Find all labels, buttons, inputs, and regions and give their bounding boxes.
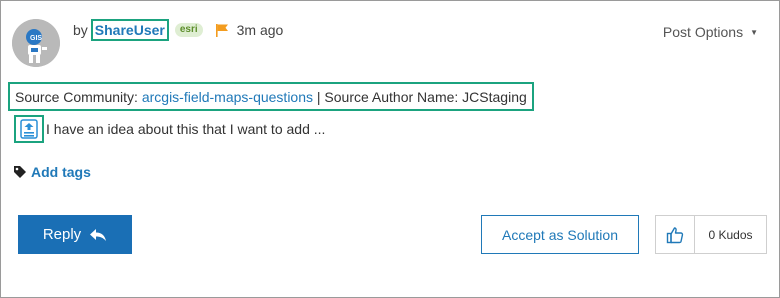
reply-arrow-icon [90, 228, 107, 241]
thumbs-up-icon [666, 226, 684, 243]
share-icon [20, 119, 38, 139]
post-options-label: Post Options [662, 24, 744, 40]
username-highlight: ShareUser [90, 19, 169, 41]
post-byline: by ShareUser esri 3m ago [73, 17, 283, 43]
username-link[interactable]: ShareUser [95, 22, 165, 38]
add-tags-label: Add tags [31, 164, 91, 180]
tag-icon [14, 166, 26, 178]
post-card: GIS by ShareUser esri 3m ago Post Option… [0, 0, 780, 298]
svg-text:GIS: GIS [30, 35, 42, 42]
post-timestamp: 3m ago [236, 22, 284, 38]
reply-button[interactable]: Reply [18, 215, 132, 254]
post-options-menu[interactable]: Post Options ▼ [663, 24, 758, 40]
post-body: I have an idea about this that I want to… [14, 115, 325, 143]
kudos-count: 0 Kudos [708, 227, 753, 242]
robot-avatar-icon: GIS [12, 19, 60, 67]
source-community-link[interactable]: arcgis-field-maps-questions [142, 89, 313, 105]
kudos-button[interactable] [656, 216, 695, 253]
source-info-highlight: Source Community: arcgis-field-maps-ques… [8, 82, 534, 111]
source-community-label: Source Community: [15, 88, 138, 105]
share-icon-highlight [14, 115, 44, 143]
by-label: by [73, 22, 88, 38]
kudos-group: 0 Kudos [655, 215, 767, 254]
flag-icon [215, 24, 228, 37]
reply-label: Reply [42, 226, 82, 243]
accept-solution-button[interactable]: Accept as Solution [481, 215, 639, 254]
esri-badge: esri [174, 23, 203, 37]
post-body-text: I have an idea about this that I want to… [46, 121, 326, 137]
source-author-label: | Source Author Name: JCStaging [316, 88, 527, 105]
user-avatar[interactable]: GIS [12, 19, 60, 67]
add-tags-link[interactable]: Add tags [13, 164, 91, 180]
chevron-down-icon: ▼ [750, 27, 758, 37]
